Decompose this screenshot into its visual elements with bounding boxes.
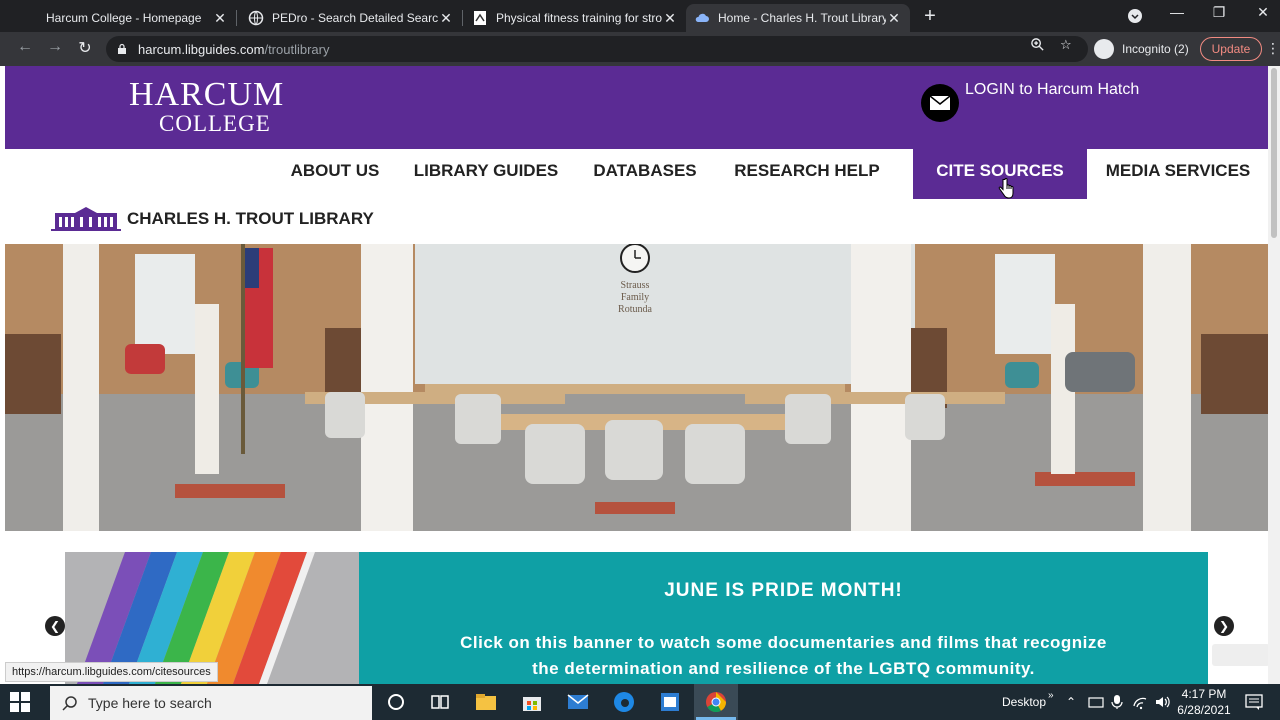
address-bar[interactable]: harcum.libguides.com/troutlibrary — [106, 36, 1088, 62]
banner-body-line: Click on this banner to watch some docum… — [460, 633, 1107, 652]
microphone-icon[interactable] — [1110, 694, 1124, 710]
file-explorer-icon[interactable] — [474, 690, 498, 714]
hero-library-photo: Strauss Family Rotunda — [5, 244, 1268, 531]
volume-icon[interactable] — [1154, 694, 1170, 710]
nav-databases[interactable]: DATABASES — [581, 149, 709, 199]
tab-title: Harcum College - Homepage — [46, 11, 202, 25]
bookmark-star-icon[interactable]: ☆ — [1060, 37, 1072, 53]
search-icon — [62, 696, 77, 711]
restore-icon[interactable]: ❐ — [1204, 4, 1234, 21]
hand-cursor-icon — [998, 178, 1014, 199]
wifi-icon[interactable] — [1132, 694, 1148, 710]
device-icon[interactable] — [1088, 694, 1104, 710]
tab-trout-library[interactable]: Home - Charles H. Trout Library - ✕ — [686, 4, 910, 32]
scrollbar-thumb[interactable] — [1271, 68, 1277, 238]
nav-media-services[interactable]: MEDIA SERVICES — [1095, 149, 1261, 199]
page-viewport: HARCUM COLLEGE LOGIN to Harcum Hatch ABO… — [0, 66, 1280, 684]
mail-icon — [921, 84, 959, 122]
close-icon[interactable]: ✕ — [662, 10, 678, 27]
login-text: LOGIN to Harcum Hatch — [965, 81, 1140, 98]
lock-icon — [118, 43, 126, 54]
tab-search-icon[interactable] — [1120, 4, 1150, 27]
tab-pedro[interactable]: PEDro - Search Detailed Search R ✕ — [240, 4, 462, 32]
rotunda-sign-line2: Family — [621, 292, 649, 303]
picture-in-picture-controls[interactable] — [1212, 644, 1270, 666]
clock-date: 6/28/2021 — [1177, 703, 1231, 717]
incognito-indicator[interactable]: Incognito (2) — [1094, 38, 1189, 60]
zoom-icon[interactable] — [1030, 37, 1045, 55]
taskbar-search-input[interactable]: Type here to search — [50, 686, 372, 720]
browser-toolbar: ← → ↻ harcum.libguides.com/troutlibrary … — [0, 32, 1280, 66]
windows-start-icon[interactable] — [10, 692, 30, 712]
task-view-icon[interactable] — [428, 690, 452, 714]
browser-tab-bar: Harcum College - Homepage ✕ PEDro - Sear… — [0, 0, 1280, 32]
new-tab-button[interactable]: + — [920, 5, 940, 28]
tab-harcum-homepage[interactable]: Harcum College - Homepage ✕ — [0, 4, 236, 32]
double-chevron-icon[interactable]: » — [1048, 684, 1054, 720]
menu-kebab-icon[interactable]: ⋮ — [1266, 40, 1280, 57]
rotunda-sign-line3: Rotunda — [618, 304, 652, 315]
globe-icon — [248, 10, 264, 26]
close-icon[interactable]: ✕ — [886, 10, 902, 27]
close-icon[interactable]: ✕ — [212, 10, 228, 27]
library-building-icon — [51, 207, 121, 231]
page-scrollbar[interactable] — [1268, 66, 1280, 684]
banner-body-line: the determination and resilience of the … — [532, 659, 1035, 678]
clock-time: 4:17 PM — [1181, 687, 1227, 701]
nav-research-help[interactable]: RESEARCH HELP — [721, 149, 893, 199]
back-arrow-icon[interactable]: ← — [14, 38, 36, 56]
chrome-icon[interactable] — [704, 690, 728, 714]
rotunda-sign-line1: Strauss — [621, 280, 650, 291]
url-path: /troutlibrary — [264, 41, 330, 57]
news-app-icon[interactable] — [658, 690, 682, 714]
incognito-icon — [1094, 39, 1114, 59]
cortana-icon[interactable] — [384, 690, 408, 714]
tab-title: Home - Charles H. Trout Library - — [718, 11, 886, 25]
library-interior-image: Strauss Family Rotunda — [5, 244, 1268, 531]
update-button[interactable]: Update — [1200, 37, 1262, 61]
pride-month-banner[interactable]: JUNE IS PRIDE MONTH! Click on this banne… — [65, 552, 1208, 684]
minimize-icon[interactable]: — — [1162, 4, 1192, 20]
tab-separator — [236, 10, 237, 26]
carousel-next-icon[interactable]: ❯ — [1214, 616, 1234, 636]
logo-college[interactable]: COLLEGE — [159, 112, 271, 135]
status-bar-url: https://harcum.libguides.com/citesources — [5, 662, 218, 682]
forward-arrow-icon[interactable]: → — [44, 38, 66, 56]
carousel-prev-icon[interactable]: ❮ — [45, 616, 65, 636]
reload-icon[interactable]: ↻ — [74, 38, 96, 58]
main-navigation: ABOUT US LIBRARY GUIDES DATABASES RESEAR… — [5, 149, 1268, 199]
site-header: HARCUM COLLEGE LOGIN to Harcum Hatch — [5, 66, 1268, 149]
windows-taskbar: Type here to search Desktop » ⌃ 4:17 PM … — [0, 684, 1280, 720]
tab-physical-fitness[interactable]: Physical fitness training for strok ✕ — [464, 4, 686, 32]
search-placeholder: Type here to search — [88, 695, 212, 711]
url-host: harcum.libguides.com — [138, 41, 265, 57]
login-link[interactable]: LOGIN to Harcum Hatch — [921, 76, 1139, 122]
document-icon — [472, 10, 488, 26]
tab-separator — [462, 10, 463, 26]
chevron-up-icon[interactable]: ⌃ — [1066, 684, 1076, 720]
library-title[interactable]: CHARLES H. TROUT LIBRARY — [127, 209, 374, 229]
edge-icon[interactable] — [612, 690, 636, 714]
tab-title: PEDro - Search Detailed Search R — [272, 11, 438, 25]
close-icon[interactable]: ✕ — [438, 10, 454, 27]
incognito-label: Incognito (2) — [1122, 42, 1189, 56]
close-window-icon[interactable]: ✕ — [1248, 4, 1278, 21]
system-clock[interactable]: 4:17 PM 6/28/2021 — [1176, 686, 1232, 718]
library-title-bar: CHARLES H. TROUT LIBRARY — [5, 199, 1268, 244]
nav-library-guides[interactable]: LIBRARY GUIDES — [405, 149, 567, 199]
logo-harcum[interactable]: HARCUM — [129, 78, 284, 112]
tab-title: Physical fitness training for strok — [496, 11, 662, 25]
desktop-label[interactable]: Desktop — [1002, 684, 1046, 720]
cloud-icon — [694, 10, 710, 26]
store-icon[interactable] — [520, 690, 544, 714]
mail-app-icon[interactable] — [566, 690, 590, 714]
notification-icon[interactable] — [1244, 692, 1264, 712]
nav-about-us[interactable]: ABOUT US — [279, 149, 391, 199]
banner-body: Click on this banner to watch some docum… — [359, 630, 1208, 682]
banner-title: JUNE IS PRIDE MONTH! — [664, 580, 903, 601]
